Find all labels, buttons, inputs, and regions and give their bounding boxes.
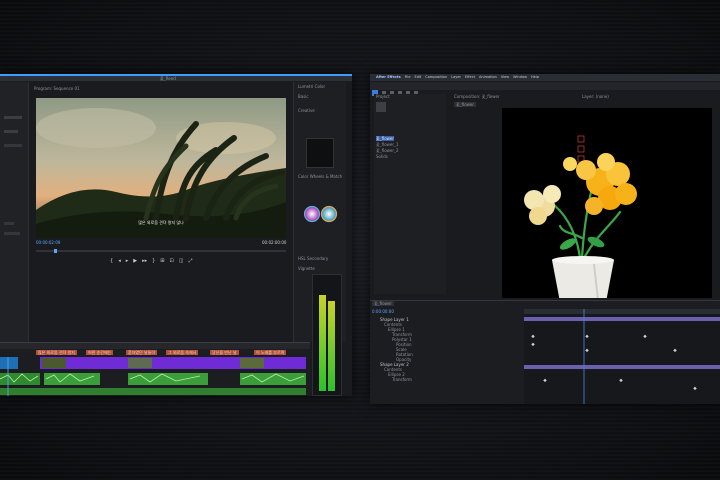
step-forward-button[interactable]: ▸: [126, 258, 129, 264]
ae-toolbar: [370, 82, 720, 96]
flower-pot: [552, 260, 614, 298]
layer-bar[interactable]: [524, 365, 720, 369]
comp-tab[interactable]: Composition: 꽃_flower: [454, 94, 500, 99]
color-wheels[interactable]: [304, 204, 338, 224]
timeline-timecode[interactable]: 0:00:00:00: [372, 309, 394, 314]
lumetri-tab-basic[interactable]: Basic: [298, 94, 309, 99]
after-effects-window: After Effects File Edit Composition Laye…: [370, 74, 720, 404]
clip-thumbnail: [128, 358, 152, 368]
timecode-duration: 00:02:00:00: [262, 240, 287, 245]
mark-in-button[interactable]: {: [110, 258, 113, 264]
caption-clip[interactable]: 당신을 만난 날: [210, 350, 239, 355]
menu-app[interactable]: After Effects: [376, 75, 401, 79]
premiere-window: 풀_Reed Program: Sequence 01 많은 외로움 견뎌 왔지: [0, 74, 352, 396]
lut-preview: [306, 138, 334, 168]
audio-clip[interactable]: [0, 373, 40, 385]
program-video-frame: [36, 98, 286, 238]
menu-layer[interactable]: Layer: [451, 75, 461, 79]
timeline-ruler[interactable]: [0, 343, 310, 349]
menu-window[interactable]: Window: [513, 75, 527, 79]
menu-animation[interactable]: Animation: [479, 75, 497, 79]
program-scrub-bar[interactable]: [36, 249, 286, 253]
caption-track: 많은 외로움 견뎌 왔지 어떤 순간에는 혼자였던 날들이 그 외로움 속에서 …: [0, 350, 310, 356]
sequence-timeline: 많은 외로움 견뎌 왔지 어떤 순간에는 혼자였던 날들이 그 외로움 속에서 …: [0, 342, 310, 396]
overwrite-button[interactable]: ⊡: [170, 258, 174, 264]
export-frame-button[interactable]: ◫: [179, 258, 184, 264]
project-thumbnail: [376, 102, 386, 112]
timecode-current: 00:00:02:09: [36, 240, 61, 245]
fullscreen-button[interactable]: ⤢: [188, 258, 192, 264]
meter-right: [328, 301, 335, 391]
document-title: 풀_Reed: [160, 76, 176, 81]
composition-viewer[interactable]: [502, 108, 712, 298]
layer-bar[interactable]: [524, 317, 720, 321]
step-back-button[interactable]: ◂: [118, 258, 121, 264]
layer-tab[interactable]: Layer: (none): [582, 94, 609, 99]
midtones-wheel[interactable]: [304, 205, 321, 223]
timeline-tracks: [0, 357, 306, 396]
section-vignette[interactable]: Vignette: [298, 266, 315, 271]
caption-clip[interactable]: 혼자였던 날들이: [126, 350, 158, 355]
timeline-tab[interactable]: 꽃_flower: [372, 301, 395, 306]
keyframe-area[interactable]: [524, 309, 720, 404]
play-button[interactable]: ▶: [133, 258, 137, 264]
tool-row[interactable]: [4, 130, 18, 133]
program-monitor-label: Program: Sequence 01: [34, 86, 80, 91]
insert-button[interactable]: ⊞: [160, 258, 164, 264]
keyframe-graph: [524, 309, 720, 404]
playhead[interactable]: [54, 249, 57, 253]
ae-menu-bar: After Effects File Edit Composition Laye…: [370, 74, 720, 81]
project-item[interactable]: Solids: [376, 154, 388, 159]
menu-view[interactable]: View: [501, 75, 509, 79]
caption-clip[interactable]: 어떤 순간에는: [86, 350, 114, 355]
project-item[interactable]: 꽃_flower: [376, 136, 395, 141]
caption-clip[interactable]: 많은 외로움 견뎌 왔지: [36, 350, 77, 355]
highlights-wheel[interactable]: [320, 205, 338, 223]
ae-timeline-panel: 꽃_flower 0:00:00:00 Shape Layer 1 Conten…: [370, 300, 720, 404]
tools-panel: [0, 82, 29, 342]
project-item[interactable]: 꽃_flower_2: [376, 148, 399, 153]
mark-out-button[interactable]: }: [152, 258, 155, 264]
project-panel-title: Project: [376, 94, 390, 99]
tool-row[interactable]: [4, 222, 14, 225]
audio-meters: [312, 274, 342, 396]
caption-clip[interactable]: 그 외로움 속에서: [166, 350, 199, 355]
layer-row[interactable]: Transform: [370, 377, 522, 382]
caption-clip[interactable]: 이 노래를 부르며: [254, 350, 287, 355]
tool-row[interactable]: [4, 116, 22, 119]
lumetri-title: Lumetri Color: [298, 84, 326, 89]
project-panel: Project 꽃_flower 꽃_flower_1 꽃_flower_2 S…: [374, 94, 446, 294]
project-item[interactable]: 꽃_flower_1: [376, 142, 399, 147]
lumetri-tab-creative[interactable]: Creative: [298, 108, 315, 113]
menu-edit[interactable]: Edit: [415, 75, 422, 79]
tool-row[interactable]: [4, 232, 20, 235]
track-header[interactable]: [0, 357, 18, 369]
fast-forward-button[interactable]: ▸▸: [142, 258, 147, 264]
video-subtitle: 많은 외로움 견뎌 왔지 않나: [138, 220, 184, 225]
menu-composition[interactable]: Composition: [425, 75, 447, 79]
clip-thumbnail: [240, 358, 264, 368]
meter-left: [319, 295, 326, 391]
section-color-wheels[interactable]: Color Wheels & Match: [298, 174, 342, 179]
clip-thumbnail: [42, 358, 66, 368]
transport-controls: { ◂ ▸ ▶ ▸▸ } ⊞ ⊡ ◫ ⤢: [110, 258, 192, 264]
menu-file[interactable]: File: [405, 75, 411, 79]
tools-panel-glyphs: [4, 116, 22, 235]
pot-rim: [552, 256, 614, 264]
menu-help[interactable]: Help: [531, 75, 539, 79]
keyframes[interactable]: [531, 334, 697, 391]
comp-name-breadcrumb[interactable]: 꽃_flower: [454, 102, 477, 107]
section-hsl[interactable]: HSL Secondary: [298, 256, 328, 261]
premiere-accent-bar: [0, 74, 352, 76]
menu-effect[interactable]: Effect: [465, 75, 475, 79]
music-track-clip[interactable]: [0, 388, 306, 395]
tool-row[interactable]: [4, 144, 22, 147]
video-clip[interactable]: [40, 357, 306, 369]
audio-clip[interactable]: [44, 373, 100, 385]
